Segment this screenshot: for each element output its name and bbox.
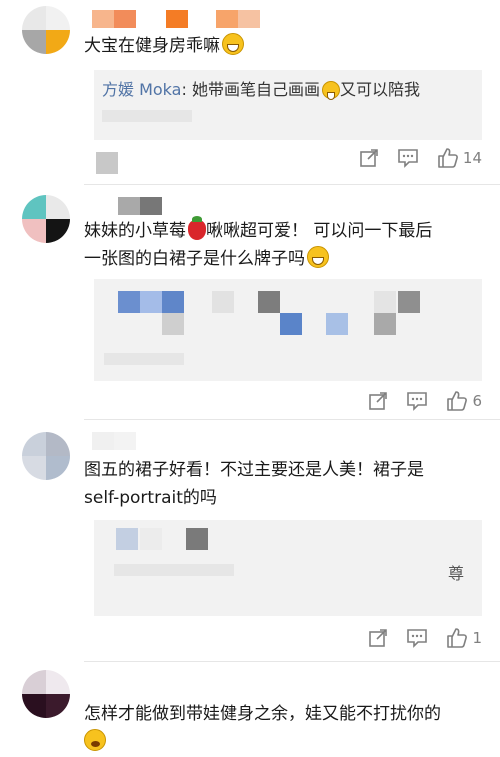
comment-button[interactable] <box>406 628 428 648</box>
avatar[interactable] <box>22 6 70 54</box>
redacted-block <box>212 291 234 313</box>
reply-snippet: 尊 <box>447 564 464 583</box>
share-button[interactable] <box>368 391 388 411</box>
redacted-block <box>118 291 140 313</box>
reply-preview[interactable]: 尊 <box>94 520 482 616</box>
reply-faded-line <box>104 353 184 365</box>
like-count: 14 <box>462 149 482 167</box>
avatar[interactable] <box>22 432 70 480</box>
comment-text-line: 大宝在健身房乖嘛 <box>84 36 220 56</box>
like-button[interactable]: 14 <box>437 147 482 169</box>
smile-emoji-icon <box>321 81 340 100</box>
reply-preview[interactable]: 方媛 Moka: 她带画笔自己画画 又可以陪我 <box>94 70 482 140</box>
comment-actions: 6 <box>350 389 482 413</box>
like-button[interactable]: 1 <box>446 627 482 649</box>
laughing-emoji-icon <box>222 33 244 55</box>
strawberry-emoji-icon <box>188 216 206 240</box>
redacted-block <box>140 291 162 313</box>
redacted-block <box>140 528 162 550</box>
comment-actions: 14 <box>341 146 482 170</box>
redacted-block <box>326 313 348 335</box>
reply-author[interactable]: 方媛 Moka <box>102 80 181 99</box>
crying-emoji-icon <box>84 729 106 751</box>
share-icon <box>369 392 388 410</box>
comment-icon <box>407 392 428 411</box>
comment-actions: 1 <box>350 626 482 650</box>
reply-faded-line <box>102 110 192 122</box>
like-count: 6 <box>472 392 482 410</box>
redacted-block <box>116 528 138 550</box>
comment-text-line: 图五的裙子好看！不过主要还是人美！裙子是 <box>84 460 424 480</box>
redacted-block <box>280 313 302 335</box>
comment-text-line: 怎样才能做到带娃健身之余，娃又能不打扰你的 <box>84 704 441 724</box>
comment-item: 怎样才能做到带娃健身之余，娃又能不打扰你的 <box>0 662 500 757</box>
reply-faded-line <box>114 564 234 576</box>
username-redacted[interactable] <box>118 197 162 215</box>
share-button[interactable] <box>359 148 379 168</box>
avatar[interactable] <box>22 195 70 243</box>
reply-text-continued: 又可以陪我 <box>339 80 420 99</box>
share-button[interactable] <box>368 628 388 648</box>
like-count: 1 <box>472 629 482 647</box>
thumbs-up-icon <box>447 628 468 648</box>
comment-text: 图五的裙子好看！不过主要还是人美！裙子是 self-portrait的吗 <box>84 456 482 512</box>
comment-text: 大宝在健身房乖嘛 <box>84 32 482 60</box>
redacted-block <box>398 291 420 313</box>
like-button[interactable]: 6 <box>446 390 482 412</box>
comment-text-line: 妹妹的小草莓 <box>84 221 186 241</box>
comment-text: 怎样才能做到带娃健身之余，娃又能不打扰你的 <box>84 700 482 756</box>
redacted-block <box>258 291 280 313</box>
avatar[interactable] <box>22 670 70 718</box>
comment-item: 大宝在健身房乖嘛 方媛 Moka: 她带画笔自己画画 又可以陪我 14 <box>0 0 500 185</box>
redacted-block <box>374 313 396 335</box>
reply-separator: : <box>181 80 192 99</box>
share-icon <box>360 149 378 167</box>
thumbs-up-icon <box>447 391 468 411</box>
comment-text-line: self-portrait的吗 <box>84 488 217 508</box>
comment-text: 妹妹的小草莓 啾啾超可爱！ 可以问一下最后 一张图的白裙子是什么牌子吗 <box>84 216 482 273</box>
redacted-block <box>186 528 208 550</box>
comment-icon <box>407 629 428 648</box>
comment-text-line: 啾啾超可爱！ 可以问一下最后 <box>206 221 433 241</box>
username-redacted[interactable] <box>92 432 136 450</box>
share-icon <box>369 629 388 647</box>
reply-preview[interactable] <box>94 279 482 381</box>
thumbs-up-icon <box>438 148 458 168</box>
comment-item: 妹妹的小草莓 啾啾超可爱！ 可以问一下最后 一张图的白裙子是什么牌子吗 6 <box>0 185 500 420</box>
comment-icon <box>398 149 418 168</box>
comment-text-line: 一张图的白裙子是什么牌子吗 <box>84 249 305 269</box>
comment-item: 图五的裙子好看！不过主要还是人美！裙子是 self-portrait的吗 尊 1 <box>0 420 500 662</box>
comment-button[interactable] <box>406 391 428 411</box>
username-redacted[interactable] <box>92 10 260 28</box>
grinning-emoji-icon <box>307 246 329 268</box>
redacted-block <box>162 291 184 313</box>
redacted-block <box>96 152 118 174</box>
redacted-block <box>162 313 184 335</box>
redacted-block <box>374 291 396 313</box>
reply-text: 她带画笔自己画画 <box>191 80 320 99</box>
comment-button[interactable] <box>397 148 419 168</box>
